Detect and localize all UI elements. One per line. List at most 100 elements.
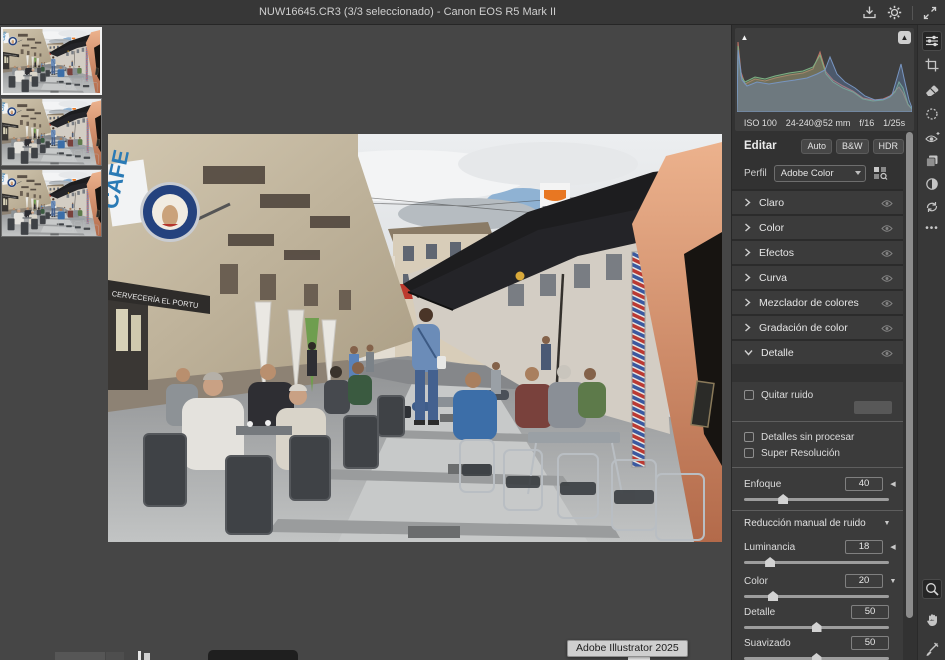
- sync-tool-button[interactable]: [922, 197, 942, 217]
- chevron-down-icon: [744, 349, 753, 356]
- collapse-down-icon[interactable]: ▼: [881, 520, 893, 527]
- eye-icon[interactable]: [881, 324, 893, 333]
- enfoque-slider-thumb[interactable]: [778, 494, 788, 504]
- color-slider-thumb[interactable]: [768, 591, 778, 601]
- heal-eraser-icon: [925, 84, 939, 97]
- histogram[interactable]: ▲ ▲ ISO 100 24-240@52 mm f/16 1/25s: [735, 28, 914, 131]
- aperture-value: f/16: [859, 118, 874, 128]
- dock-item[interactable]: [144, 653, 150, 660]
- collapse-left-icon[interactable]: ◀: [887, 543, 899, 551]
- detalles-sin-procesar-label: Detalles sin procesar: [761, 432, 854, 443]
- section-list: Claro Color Efectos Curva Mezclador de c: [732, 189, 903, 364]
- edit-tool-button[interactable]: [922, 31, 942, 51]
- highlight-clipping-icon[interactable]: ▲: [898, 31, 911, 44]
- dock-tooltip: Adobe Illustrator 2025: [567, 640, 688, 657]
- tool-rail: •••: [917, 25, 945, 660]
- ellipsis-icon: •••: [925, 223, 939, 234]
- shadow-clipping-icon[interactable]: ▲: [738, 31, 751, 44]
- masking-tool-button[interactable]: [922, 104, 942, 124]
- crop-icon: [925, 58, 939, 72]
- luminancia-slider-thumb[interactable]: [765, 557, 775, 567]
- profile-label: Perfil: [744, 168, 767, 179]
- heal-tool-button[interactable]: [922, 80, 942, 100]
- section-gradacion[interactable]: Gradación de color: [732, 314, 903, 339]
- section-color[interactable]: Color: [732, 214, 903, 239]
- bw-button[interactable]: B&W: [836, 139, 869, 154]
- crop-tool-button[interactable]: [922, 55, 942, 75]
- sync-arrows-icon: [925, 200, 939, 214]
- eye-icon[interactable]: [881, 349, 893, 358]
- super-resolucion-checkbox[interactable]: [744, 448, 754, 458]
- detalle-value[interactable]: 50: [851, 605, 889, 619]
- eye-icon[interactable]: [881, 199, 893, 208]
- suavizado-label: Suavizado: [744, 638, 851, 649]
- adjustment-brush-icon: [925, 642, 939, 656]
- eye-icon[interactable]: [881, 249, 893, 258]
- dock-item[interactable]: [138, 651, 141, 660]
- shutter-value: 1/25s: [883, 118, 905, 128]
- auto-button[interactable]: Auto: [801, 139, 832, 154]
- browse-profiles-icon[interactable]: [873, 166, 888, 180]
- iso-value: ISO 100: [744, 118, 777, 128]
- section-claro[interactable]: Claro: [732, 189, 903, 214]
- detalle-slider-thumb[interactable]: [812, 622, 822, 632]
- camera-info: ISO 100 24-240@52 mm f/16 1/25s: [735, 118, 914, 128]
- profile-select[interactable]: Adobe Color: [774, 165, 866, 182]
- filmstrip-thumbnail-3[interactable]: [1, 169, 102, 237]
- filmstrip-thumbnail-2[interactable]: [1, 98, 102, 166]
- chevron-right-icon: [744, 223, 751, 232]
- eye-icon[interactable]: [881, 299, 893, 308]
- detalles-sin-procesar-checkbox[interactable]: [744, 432, 754, 442]
- suavizado-value[interactable]: 50: [851, 636, 889, 650]
- manual-noise-header: Reducción manual de ruido: [744, 518, 881, 529]
- collapse-left-icon[interactable]: ◀: [887, 480, 899, 488]
- quitar-ruido-amount-box: [854, 401, 892, 414]
- quitar-ruido-label: Quitar ruido: [761, 390, 813, 401]
- snapshots-tool-button[interactable]: [922, 174, 942, 194]
- red-eye-icon: [925, 131, 940, 144]
- detalle-label: Detalle: [744, 607, 851, 618]
- sliders-icon: [925, 34, 939, 48]
- presets-tool-button[interactable]: [922, 151, 942, 171]
- presets-layers-icon: [925, 154, 939, 168]
- eye-icon[interactable]: [881, 274, 893, 283]
- section-detalle[interactable]: Detalle: [732, 339, 903, 364]
- enfoque-slider[interactable]: [744, 498, 889, 501]
- more-tools-button[interactable]: •••: [922, 218, 942, 238]
- quitar-ruido-checkbox[interactable]: [744, 390, 754, 400]
- titlebar: NUW16645.CR3 (3/3 seleccionado) - Canon …: [0, 0, 945, 25]
- collapse-down-icon[interactable]: ▼: [887, 578, 899, 585]
- luminancia-slider[interactable]: [744, 561, 889, 564]
- color-value[interactable]: 20: [845, 574, 883, 588]
- masking-icon: [925, 107, 939, 121]
- export-icon[interactable]: [862, 5, 877, 20]
- edit-title: Editar: [744, 140, 797, 152]
- filmstrip-thumbnail-1[interactable]: [1, 27, 102, 95]
- settings-gear-icon[interactable]: [887, 5, 902, 20]
- white-balance-tool-button[interactable]: [922, 639, 942, 659]
- chevron-right-icon: [744, 273, 751, 282]
- section-mezclador[interactable]: Mezclador de colores: [732, 289, 903, 314]
- detalle-slider[interactable]: [744, 626, 889, 629]
- color-slider[interactable]: [744, 595, 889, 598]
- section-curva[interactable]: Curva: [732, 264, 903, 289]
- super-resolucion-label: Super Resolución: [761, 448, 840, 459]
- fullscreen-icon[interactable]: [923, 6, 937, 20]
- dock-item[interactable]: [208, 650, 298, 660]
- hdr-button[interactable]: HDR: [873, 139, 905, 154]
- enfoque-value[interactable]: 40: [845, 477, 883, 491]
- hand-icon: [926, 613, 939, 627]
- red-eye-tool-button[interactable]: [922, 127, 942, 147]
- dock-item[interactable]: [106, 652, 124, 660]
- dock-item[interactable]: [55, 652, 105, 660]
- panel-scrollbar[interactable]: [906, 132, 913, 618]
- luminancia-value[interactable]: 18: [845, 540, 883, 554]
- edit-panel: ▲ ▲ ISO 100 24-240@52 mm f/16 1/25s Edit…: [731, 25, 917, 660]
- titlebar-separator: [912, 6, 913, 20]
- zoom-tool-button[interactable]: [922, 579, 942, 599]
- hand-tool-button[interactable]: [922, 610, 942, 630]
- section-efectos[interactable]: Efectos: [732, 239, 903, 264]
- suavizado-slider-thumb[interactable]: [812, 653, 822, 660]
- eye-icon[interactable]: [881, 224, 893, 233]
- main-photo[interactable]: [108, 134, 722, 542]
